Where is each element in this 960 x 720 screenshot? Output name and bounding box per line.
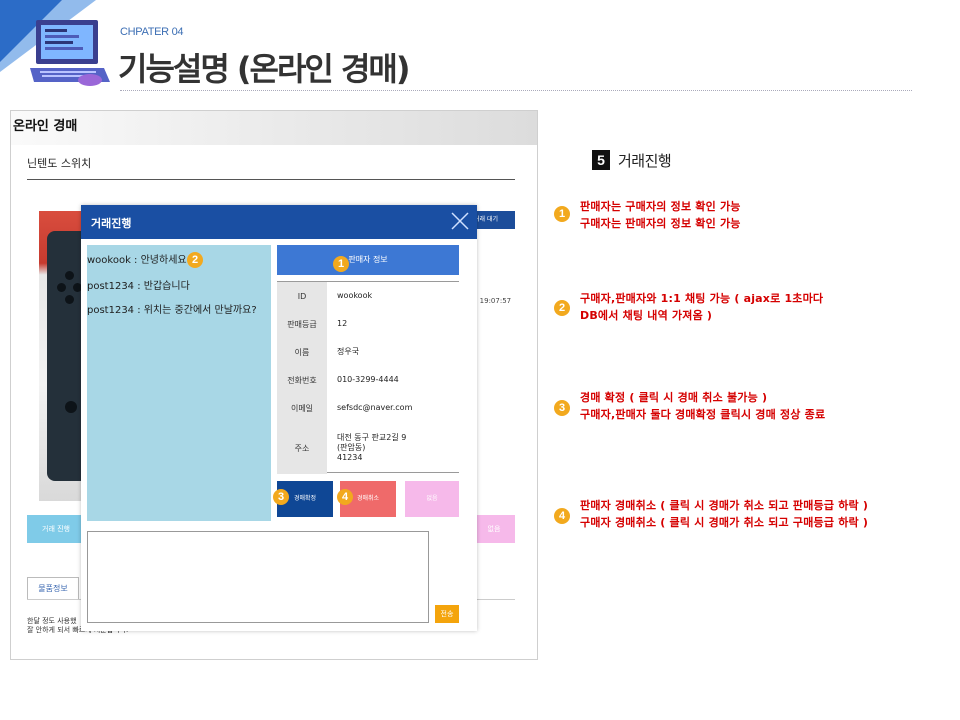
- note-line: 판매자는 구매자의 정보 확인 가능: [580, 200, 741, 213]
- info-row: 판매등급 12: [277, 310, 459, 338]
- info-key: 주소: [277, 422, 327, 474]
- note-marker: 1: [554, 206, 570, 222]
- product-divider: [27, 179, 515, 180]
- info-key: ID: [277, 282, 327, 310]
- note-line: 구매자 경매취소 ( 클릭 시 경매가 취소 되고 구매등급 하락 ): [580, 516, 869, 529]
- close-icon[interactable]: [449, 210, 471, 232]
- info-value: 010-3299-4444: [337, 375, 399, 384]
- note-4: 판매자 경매취소 ( 클릭 시 경매가 취소 되고 판매등급 하락 ) 구매자 …: [580, 497, 868, 531]
- marker-3: 3: [273, 489, 289, 505]
- tab-product-info[interactable]: 물품정보: [27, 577, 79, 599]
- chapter-label: CHPATER 04: [120, 26, 184, 38]
- controller-button: [65, 271, 74, 280]
- info-value: 정우국: [337, 347, 360, 356]
- page-title: 온라인 경매: [13, 119, 78, 134]
- note-marker: 2: [554, 300, 570, 316]
- info-value: 12: [337, 319, 348, 328]
- slide-title: 기능설명 (온라인 경매): [118, 50, 410, 88]
- controller-button: [57, 283, 66, 292]
- info-value: sefsdc@naver.com: [337, 403, 413, 412]
- info-row: 이름 정우국: [277, 338, 459, 366]
- trade-progress-button[interactable]: 거래 진행: [27, 515, 85, 543]
- info-value: wookook: [337, 291, 373, 300]
- marker-4: 4: [337, 489, 353, 505]
- modal-title: 거래진행: [91, 217, 132, 230]
- info-row: 이메일 sefsdc@naver.com: [277, 394, 459, 422]
- marker-1: 1: [333, 256, 349, 272]
- note-3: 경매 확정 ( 클릭 시 경매 취소 불가능 ) 구매자,판매자 둘다 경매확정…: [580, 389, 825, 423]
- chat-message: post1234 : 반갑습니다: [87, 281, 190, 292]
- chat-input[interactable]: [87, 531, 429, 623]
- modal-header: 거래진행: [81, 205, 477, 239]
- note-2: 구매자,판매자와 1:1 채팅 가능 ( ajax로 1초마다 DB에서 채팅 …: [580, 290, 823, 324]
- note-marker: 3: [554, 400, 570, 416]
- info-key: 전화번호: [277, 366, 327, 394]
- info-row: 주소 대전 동구 판교2길 9 (판암동) 41234: [277, 422, 459, 474]
- note-1: 판매자는 구매자의 정보 확인 가능 구매자는 판매자의 정보 확인 가능: [580, 198, 741, 232]
- note-line: 구매자,판매자와 1:1 채팅 가능 ( ajax로 1초마다: [580, 292, 824, 305]
- seller-info-header: 판매자 정보: [277, 245, 459, 275]
- info-value: 대전 동구 판교2길 9 (판암동) 41234: [337, 433, 407, 462]
- chat-log: wookook : 안녕하세요 post1234 : 반갑습니다 post123…: [87, 245, 271, 521]
- note-marker: 4: [554, 508, 570, 524]
- note-line: 구매자,판매자 둘다 경매확정 클릭시 경매 정상 종료: [580, 408, 826, 421]
- product-name: 닌텐도 스위치: [27, 157, 92, 170]
- send-button[interactable]: 전송: [435, 605, 459, 623]
- note-line: 구매자는 판매자의 정보 확인 가능: [580, 217, 741, 230]
- controller-button: [65, 295, 74, 304]
- step-number: 5: [592, 150, 610, 170]
- auction-screenshot: 온라인 경매 닌텐도 스위치 거래 대기 -07 19:07:57 거래 진행 …: [10, 110, 538, 660]
- note-line: DB에서 채팅 내역 가져옴 ): [580, 309, 713, 322]
- info-key: 판매등급: [277, 310, 327, 338]
- none-button[interactable]: 없음: [405, 481, 459, 517]
- marker-2: 2: [187, 252, 203, 268]
- trade-modal: 거래진행 wookook : 안녕하세요 post1234 : 반갑습니다 po…: [81, 205, 477, 631]
- note-line: 경매 확정 ( 클릭 시 경매 취소 불가능 ): [580, 391, 768, 404]
- chat-message: wookook : 안녕하세요: [87, 255, 187, 266]
- note-line: 판매자 경매취소 ( 클릭 시 경매가 취소 되고 판매등급 하락 ): [580, 499, 869, 512]
- info-row: ID wookook: [277, 282, 459, 310]
- controller-stick: [65, 401, 77, 413]
- none-button[interactable]: 없음: [473, 515, 515, 543]
- chat-message: post1234 : 위치는 중간에서 만날까요?: [87, 305, 257, 316]
- info-key: 이름: [277, 338, 327, 366]
- info-row: 전화번호 010-3299-4444: [277, 366, 459, 394]
- laptop-icon: [30, 20, 110, 86]
- header-divider: [120, 90, 912, 91]
- seller-info-table: ID wookook 판매등급 12 이름 정우국 전화번호 010-3299-…: [277, 281, 459, 474]
- step-title: 거래진행: [618, 152, 672, 170]
- page-banner: [11, 111, 537, 145]
- info-key: 이메일: [277, 394, 327, 422]
